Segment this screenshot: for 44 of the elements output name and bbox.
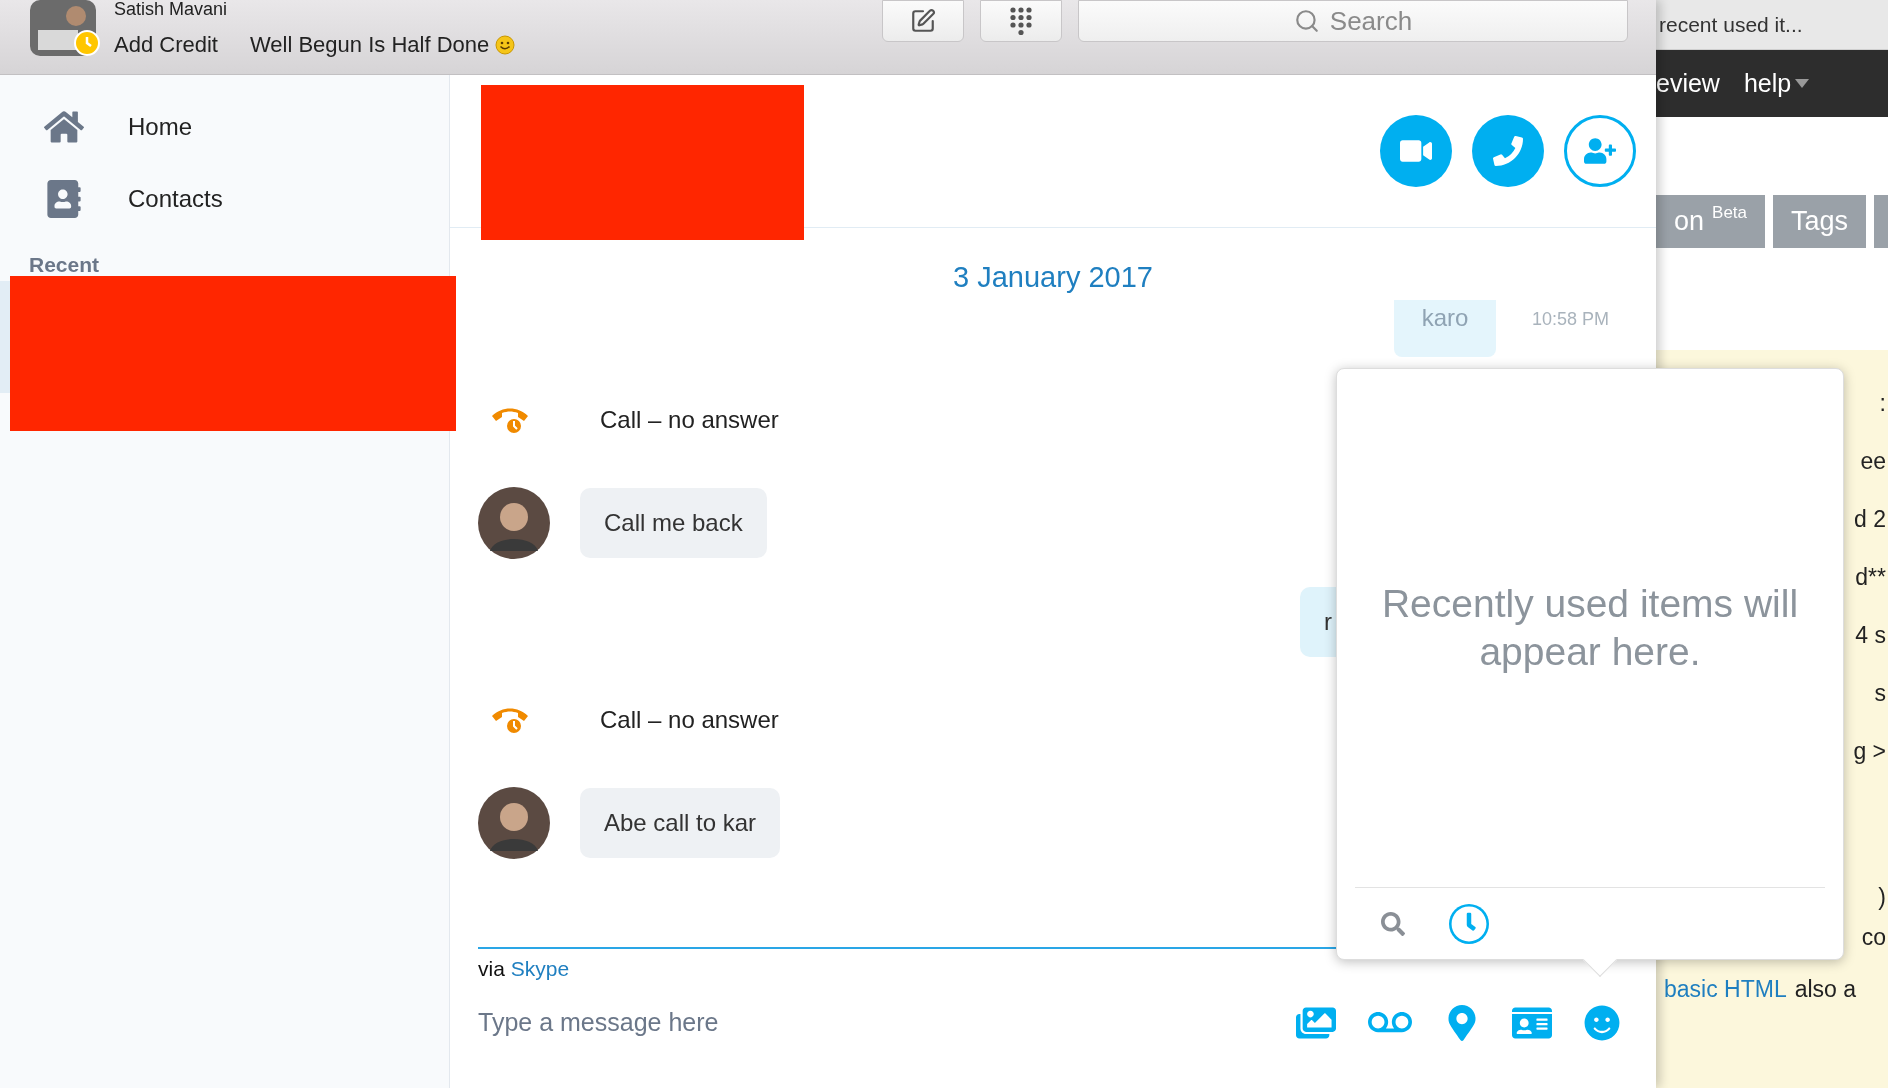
message-input[interactable]: Type a message here [478, 1003, 1296, 1042]
text-fragment: also a [1794, 975, 1857, 1004]
text-fragment: co [1861, 923, 1886, 952]
compose-icon [910, 8, 936, 34]
compose-button[interactable] [882, 0, 964, 42]
add-person-icon [1584, 135, 1616, 167]
mood-message: Well Begun Is Half Done [249, 31, 490, 59]
phone-icon [1493, 136, 1523, 166]
text-fragment: s [1874, 679, 1886, 708]
call-status: Call – no answer [600, 404, 779, 435]
recent-tab[interactable] [1449, 903, 1489, 944]
profile-name: Satish Mavani [114, 0, 229, 18]
nav-link[interactable]: eview [1656, 64, 1720, 103]
smiley-icon[interactable] [1584, 1004, 1620, 1041]
text-fragment: ) [1878, 883, 1886, 912]
search-icon [1293, 8, 1320, 34]
add-credit-link[interactable]: Add Credit [114, 28, 218, 61]
html-link[interactable]: basic HTML [1664, 972, 1787, 1007]
via-label: via [478, 956, 505, 982]
text-fragment: d 2 [1854, 505, 1886, 534]
message-bubble: Call me back [580, 487, 767, 558]
smiley-icon [495, 34, 516, 55]
dialpad-button[interactable] [980, 0, 1062, 42]
message-time: 10:58 PM [1532, 307, 1610, 331]
skype-link[interactable]: Skype [510, 953, 570, 985]
section-heading: Recent [29, 252, 101, 278]
contacts-icon [45, 180, 83, 218]
search-icon [1381, 911, 1405, 936]
away-status-icon [74, 30, 100, 56]
clock-icon [1451, 905, 1487, 942]
caret-icon [1795, 79, 1810, 88]
text-fragment: g > [1853, 737, 1886, 766]
text-fragment: ee [1860, 447, 1886, 476]
dialpad-icon [1009, 6, 1033, 36]
text-fragment: 4 s [1855, 621, 1886, 650]
message-bubble: Abe call to kar [580, 787, 781, 858]
sidebar-item[interactable]: Contacts [0, 163, 449, 235]
text-fragment: : [1879, 389, 1886, 418]
text-fragment: d** [1855, 563, 1886, 592]
call-status: Call – no answer [600, 704, 779, 735]
date-divider: 3 January 2017 [953, 260, 1153, 295]
faded-message-bubble: karo [1394, 299, 1496, 357]
sidebar-item[interactable]: Home [0, 91, 449, 163]
nav-link[interactable]: help [1743, 64, 1810, 103]
